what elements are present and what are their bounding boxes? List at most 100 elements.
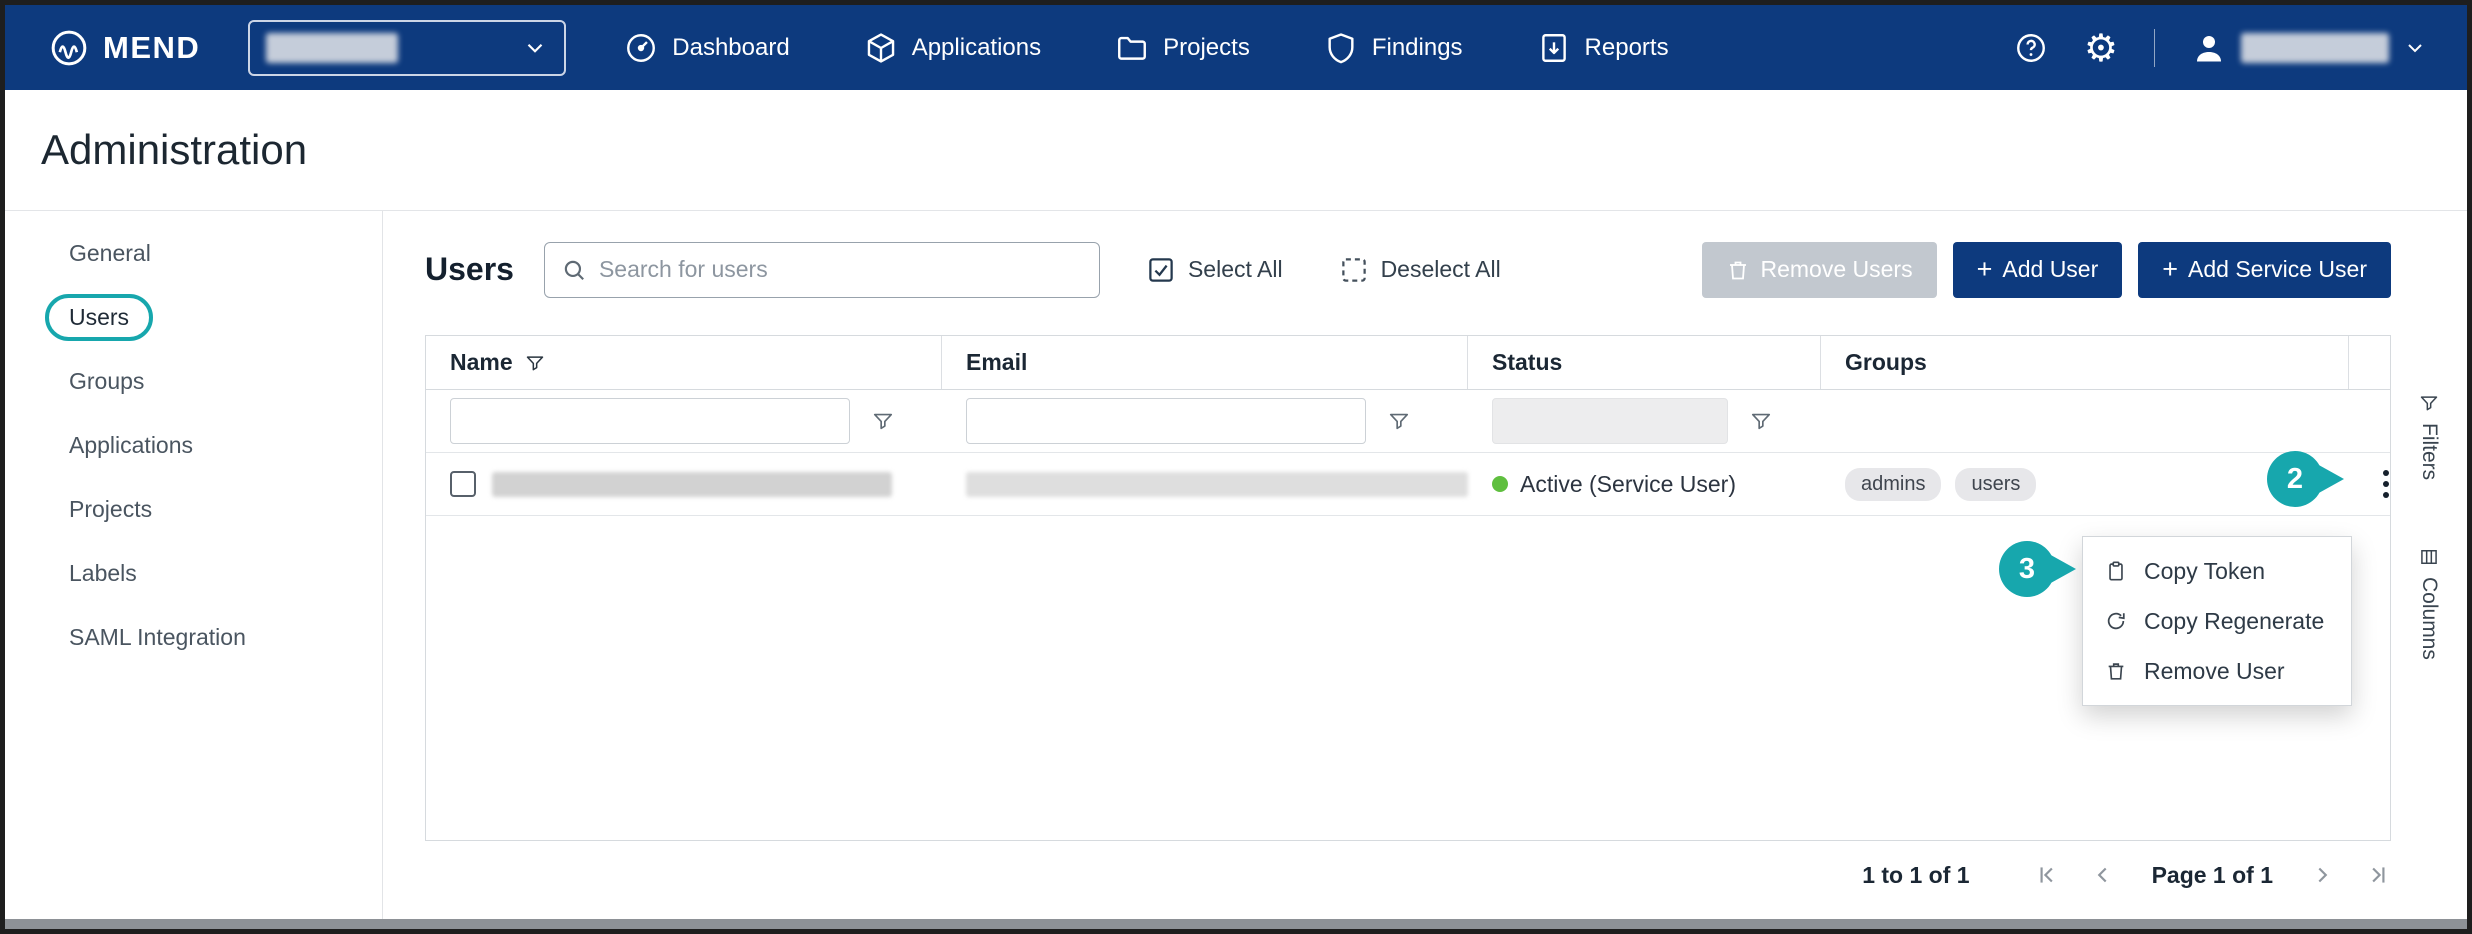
mend-logo[interactable]: MEND bbox=[49, 28, 200, 68]
search-input[interactable] bbox=[599, 256, 1083, 283]
row-checkbox[interactable] bbox=[450, 471, 476, 497]
gear-icon[interactable]: ⚙ bbox=[2084, 29, 2118, 67]
reports-icon bbox=[1537, 31, 1571, 65]
mend-app: MEND Dashboard bbox=[5, 5, 2467, 929]
clipboard-icon bbox=[2105, 560, 2127, 582]
sidebar-item-labels[interactable]: Labels bbox=[5, 541, 382, 605]
status-label: Active (Service User) bbox=[1520, 471, 1736, 498]
sidebar-item-projects[interactable]: Projects bbox=[5, 477, 382, 541]
nav-label: Dashboard bbox=[672, 34, 789, 62]
annotation-step-3: 3 bbox=[1999, 541, 2055, 597]
filter-funnel-icon[interactable] bbox=[1388, 410, 1410, 432]
applications-icon bbox=[864, 31, 898, 65]
remove-users-button[interactable]: Remove Users bbox=[1702, 242, 1936, 298]
first-page-icon[interactable] bbox=[2034, 862, 2060, 888]
menu-item-copy-regenerate[interactable]: Copy Regenerate bbox=[2083, 596, 2351, 646]
search-icon bbox=[561, 257, 587, 283]
table-filter-row bbox=[426, 390, 2390, 453]
add-user-button[interactable]: + Add User bbox=[1953, 242, 2123, 298]
admin-body: General Users Groups Applications Projec… bbox=[5, 211, 2467, 919]
screenshot-frame: MEND Dashboard bbox=[0, 0, 2472, 934]
pagination-range: 1 to 1 of 1 bbox=[1862, 862, 1969, 889]
sidebar-item-users[interactable]: Users bbox=[5, 285, 382, 349]
menu-item-copy-token[interactable]: Copy Token bbox=[2083, 546, 2351, 596]
status-filter-input[interactable] bbox=[1492, 398, 1728, 444]
table-header-row: Name Email Status Groups bbox=[426, 336, 2390, 390]
pagination: 1 to 1 of 1 Page 1 of 1 bbox=[1862, 855, 2391, 895]
projects-folder-icon bbox=[1115, 31, 1149, 65]
nav-item-reports[interactable]: Reports bbox=[1537, 31, 1669, 65]
next-page-icon[interactable] bbox=[2309, 862, 2335, 888]
nav-label: Findings bbox=[1372, 34, 1463, 62]
filters-tab[interactable]: Filters bbox=[2417, 393, 2441, 480]
user-table-row: Active (Service User) admins users bbox=[426, 453, 2390, 516]
organization-selector[interactable] bbox=[248, 20, 566, 76]
table-side-panel-tabs: Filters Columns bbox=[2391, 335, 2467, 841]
prev-page-icon[interactable] bbox=[2090, 862, 2116, 888]
primary-navigation: Dashboard Applications Projects bbox=[624, 31, 1668, 65]
column-header-name[interactable]: Name bbox=[426, 336, 942, 389]
help-icon[interactable] bbox=[2014, 31, 2048, 65]
group-chip: users bbox=[1955, 468, 2036, 501]
sidebar-item-groups[interactable]: Groups bbox=[5, 349, 382, 413]
users-panel: Users Select All bbox=[383, 211, 2467, 919]
organization-name-redacted bbox=[266, 33, 398, 63]
mend-logo-icon bbox=[49, 28, 89, 68]
columns-tab[interactable]: Columns bbox=[2417, 547, 2441, 660]
trash-icon bbox=[2105, 660, 2127, 682]
plus-icon: + bbox=[2162, 256, 2178, 283]
checkbox-checked-icon bbox=[1146, 255, 1176, 285]
sidebar-item-applications[interactable]: Applications bbox=[5, 413, 382, 477]
brand-name: MEND bbox=[103, 30, 200, 66]
nav-label: Applications bbox=[912, 34, 1041, 62]
sidebar-item-general[interactable]: General bbox=[5, 221, 382, 285]
annotation-step-2: 2 bbox=[2267, 451, 2323, 507]
regenerate-icon bbox=[2105, 610, 2127, 632]
filter-funnel-icon bbox=[2419, 393, 2439, 413]
column-header-email[interactable]: Email bbox=[942, 336, 1468, 389]
users-selected-highlight: Users bbox=[45, 294, 153, 341]
chevron-down-icon bbox=[2403, 36, 2427, 60]
select-all-button[interactable]: Select All bbox=[1146, 255, 1283, 285]
user-search bbox=[544, 242, 1100, 298]
add-service-user-button[interactable]: + Add Service User bbox=[2138, 242, 2391, 298]
admin-sidebar: General Users Groups Applications Projec… bbox=[5, 211, 383, 919]
nav-item-applications[interactable]: Applications bbox=[864, 31, 1041, 65]
users-toolbar: Users Select All bbox=[425, 241, 2391, 298]
status-active-dot bbox=[1492, 476, 1508, 492]
top-navigation-bar: MEND Dashboard bbox=[5, 5, 2467, 90]
user-email-redacted bbox=[966, 472, 1468, 497]
page-header: Administration bbox=[5, 90, 2467, 211]
nav-divider bbox=[2154, 29, 2155, 67]
filter-funnel-icon[interactable] bbox=[872, 410, 894, 432]
plus-icon: + bbox=[1977, 256, 1993, 283]
trash-icon bbox=[1726, 258, 1750, 282]
column-header-groups[interactable]: Groups bbox=[1821, 336, 2349, 389]
name-filter-input[interactable] bbox=[450, 398, 850, 444]
nav-label: Projects bbox=[1163, 34, 1250, 62]
dashed-square-icon bbox=[1339, 255, 1369, 285]
avatar-icon bbox=[2191, 30, 2227, 66]
dashboard-icon bbox=[624, 31, 658, 65]
column-header-status[interactable]: Status bbox=[1468, 336, 1821, 389]
email-filter-input[interactable] bbox=[966, 398, 1366, 444]
deselect-all-button[interactable]: Deselect All bbox=[1339, 255, 1501, 285]
filter-funnel-icon[interactable] bbox=[1750, 410, 1772, 432]
user-menu[interactable] bbox=[2191, 30, 2427, 66]
topnav-right-controls: ⚙ bbox=[2014, 29, 2427, 67]
users-heading: Users bbox=[425, 251, 514, 288]
nav-item-projects[interactable]: Projects bbox=[1115, 31, 1250, 65]
nav-item-dashboard[interactable]: Dashboard bbox=[624, 31, 789, 65]
filter-funnel-icon[interactable] bbox=[525, 353, 545, 373]
menu-item-remove-user[interactable]: Remove User bbox=[2083, 646, 2351, 696]
columns-icon bbox=[2419, 547, 2439, 567]
user-name-redacted bbox=[492, 472, 892, 497]
nav-label: Reports bbox=[1585, 34, 1669, 62]
row-actions-context-menu: Copy Token Copy Regenerate bbox=[2082, 536, 2352, 706]
pagination-page: Page 1 of 1 bbox=[2152, 862, 2273, 889]
username-redacted bbox=[2241, 33, 2389, 63]
sidebar-item-saml-integration[interactable]: SAML Integration bbox=[5, 605, 382, 669]
nav-item-findings[interactable]: Findings bbox=[1324, 31, 1463, 65]
findings-shield-icon bbox=[1324, 31, 1358, 65]
last-page-icon[interactable] bbox=[2365, 862, 2391, 888]
